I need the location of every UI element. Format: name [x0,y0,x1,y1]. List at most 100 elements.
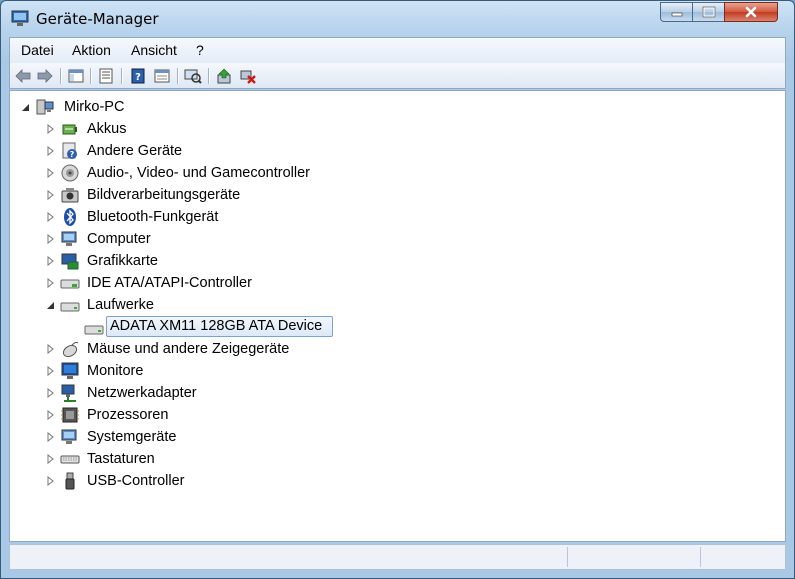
view-button[interactable] [152,66,172,86]
expand-triangle-icon[interactable] [45,190,55,200]
tree-category-label: Audio-, Video- und Gamecontroller [87,165,310,181]
scan-hardware-icon [184,69,202,84]
system-devices-icon [61,429,77,444]
title-bar[interactable]: Geräte-Manager [1,1,794,37]
tree-category-label: Bluetooth-Funkgerät [87,209,219,225]
expand-triangle-icon[interactable] [45,344,55,354]
forward-button[interactable] [35,66,55,86]
update-driver-button[interactable] [214,66,234,86]
monitor-icon [61,362,79,379]
ide-controller-icon [60,279,80,289]
show-hide-console-tree-button[interactable] [66,66,86,86]
minimize-button[interactable] [660,2,693,22]
disk-drive-icon [60,302,80,312]
computer-icon [36,99,54,115]
tree-category-ide-ata-atapi-controller[interactable]: IDE ATA/ATAPI-Controller [10,272,410,294]
keyboard-icon [60,455,80,464]
back-button[interactable] [13,66,33,86]
expand-triangle-icon[interactable] [45,146,55,156]
battery-icon [62,124,77,135]
uninstall-device-button[interactable] [238,66,258,86]
expand-triangle-icon[interactable] [45,278,55,288]
tree-category-label: Andere Geräte [87,143,183,159]
tree-root-computer[interactable]: Mirko-PC [10,96,310,118]
help-icon: ? [131,68,145,84]
maximize-icon [702,6,715,18]
tree-category-netzwerkadapter[interactable]: Netzwerkadapter [10,382,410,404]
tree-category-akkus[interactable]: Akkus [10,118,410,140]
svg-text:?: ? [135,72,141,83]
tree-category-label: Laufwerke [87,297,154,313]
properties-button[interactable] [96,66,116,86]
svg-text:?: ? [70,150,75,159]
expand-triangle-icon[interactable] [45,234,55,244]
status-separator [567,547,568,567]
tree-category-label: Computer [87,231,151,247]
tree-category-label: Systemgeräte [87,429,177,445]
tree-category-label: Prozessoren [87,407,169,423]
show-hide-console-tree-icon [68,69,84,83]
tree-device-label: ADATA XM11 128GB ATA Device [110,318,323,334]
tree-category-bildverarbeitungsgeräte[interactable]: Bildverarbeitungsgeräte [10,184,410,206]
device-tree[interactable]: Mirko-PC ADATA XM11 128GB ATA Device Akk… [9,90,786,542]
toolbar-separator [60,68,62,84]
expand-triangle-icon[interactable] [45,476,55,486]
expand-triangle-icon[interactable] [45,454,55,464]
expand-triangle-icon[interactable] [45,124,55,134]
tree-device-adata[interactable]: ADATA XM11 128GB ATA Device [10,316,350,338]
menu-help[interactable]: ? [196,42,204,58]
view-icon [154,69,170,83]
tree-category-label: USB-Controller [87,473,185,489]
camera-icon [61,188,79,203]
help-button[interactable]: ? [128,66,148,86]
expand-triangle-icon[interactable] [45,388,55,398]
minimize-icon [671,12,682,17]
menu-bar: Datei Aktion Ansicht ? [9,37,786,63]
collapse-triangle-icon[interactable] [45,300,55,310]
expand-triangle-icon[interactable] [45,168,55,178]
processor-icon [61,407,79,423]
expand-triangle-icon[interactable] [45,256,55,266]
tree-category-grafikkarte[interactable]: Grafikkarte [10,250,410,272]
window-title: Geräte-Manager [36,10,159,28]
tree-category-label: Akkus [87,121,127,137]
tree-root-label: Mirko-PC [64,99,125,115]
tree-category-computer[interactable]: Computer [10,228,410,250]
unknown-device-icon: ? [62,142,77,159]
scan-hardware-button[interactable] [183,66,203,86]
update-driver-icon [217,68,231,84]
tree-category-audio-video-und-gamecontroller[interactable]: Audio-, Video- und Gamecontroller [10,162,410,184]
expand-triangle-icon[interactable] [45,212,55,222]
display-adapter-icon [61,253,79,270]
menu-datei[interactable]: Datei [21,42,54,58]
tree-category-mäuse-und-andere-zeigegeräte[interactable]: Mäuse und andere Zeigegeräte [10,338,410,360]
tree-category-prozessoren[interactable]: Prozessoren [10,404,410,426]
tree-category-tastaturen[interactable]: Tastaturen [10,448,410,470]
toolbar-separator [121,68,123,84]
tree-category-label: Tastaturen [87,451,155,467]
toolbar-separator [208,68,210,84]
maximize-button[interactable] [692,2,725,22]
tree-category-label: Monitore [87,363,144,379]
menu-ansicht[interactable]: Ansicht [131,42,177,58]
tree-category-label: Mäuse und andere Zeigegeräte [87,341,290,357]
status-bar [9,544,786,570]
speaker-icon [61,164,79,182]
expand-triangle-icon[interactable] [45,432,55,442]
tree-category-usb-controller[interactable]: USB-Controller [10,470,410,492]
close-button[interactable] [724,2,778,22]
properties-icon [99,68,113,84]
tree-category-laufwerke[interactable]: Laufwerke [10,294,410,316]
tree-category-label: Netzwerkadapter [87,385,197,401]
usb-icon [65,472,75,490]
collapse-triangle-icon[interactable] [20,102,30,112]
expand-triangle-icon[interactable] [45,366,55,376]
tree-category-andere-geräte[interactable]: ? Andere Geräte [10,140,410,162]
tree-category-systemgeräte[interactable]: Systemgeräte [10,426,410,448]
forward-arrow-icon [37,69,53,83]
device-manager-window: Geräte-Manager Datei Aktion Ansicht ? ? … [0,0,795,579]
tree-category-monitore[interactable]: Monitore [10,360,410,382]
menu-aktion[interactable]: Aktion [72,42,111,58]
tree-category-bluetooth-funkgerät[interactable]: Bluetooth-Funkgerät [10,206,410,228]
expand-triangle-icon[interactable] [45,410,55,420]
